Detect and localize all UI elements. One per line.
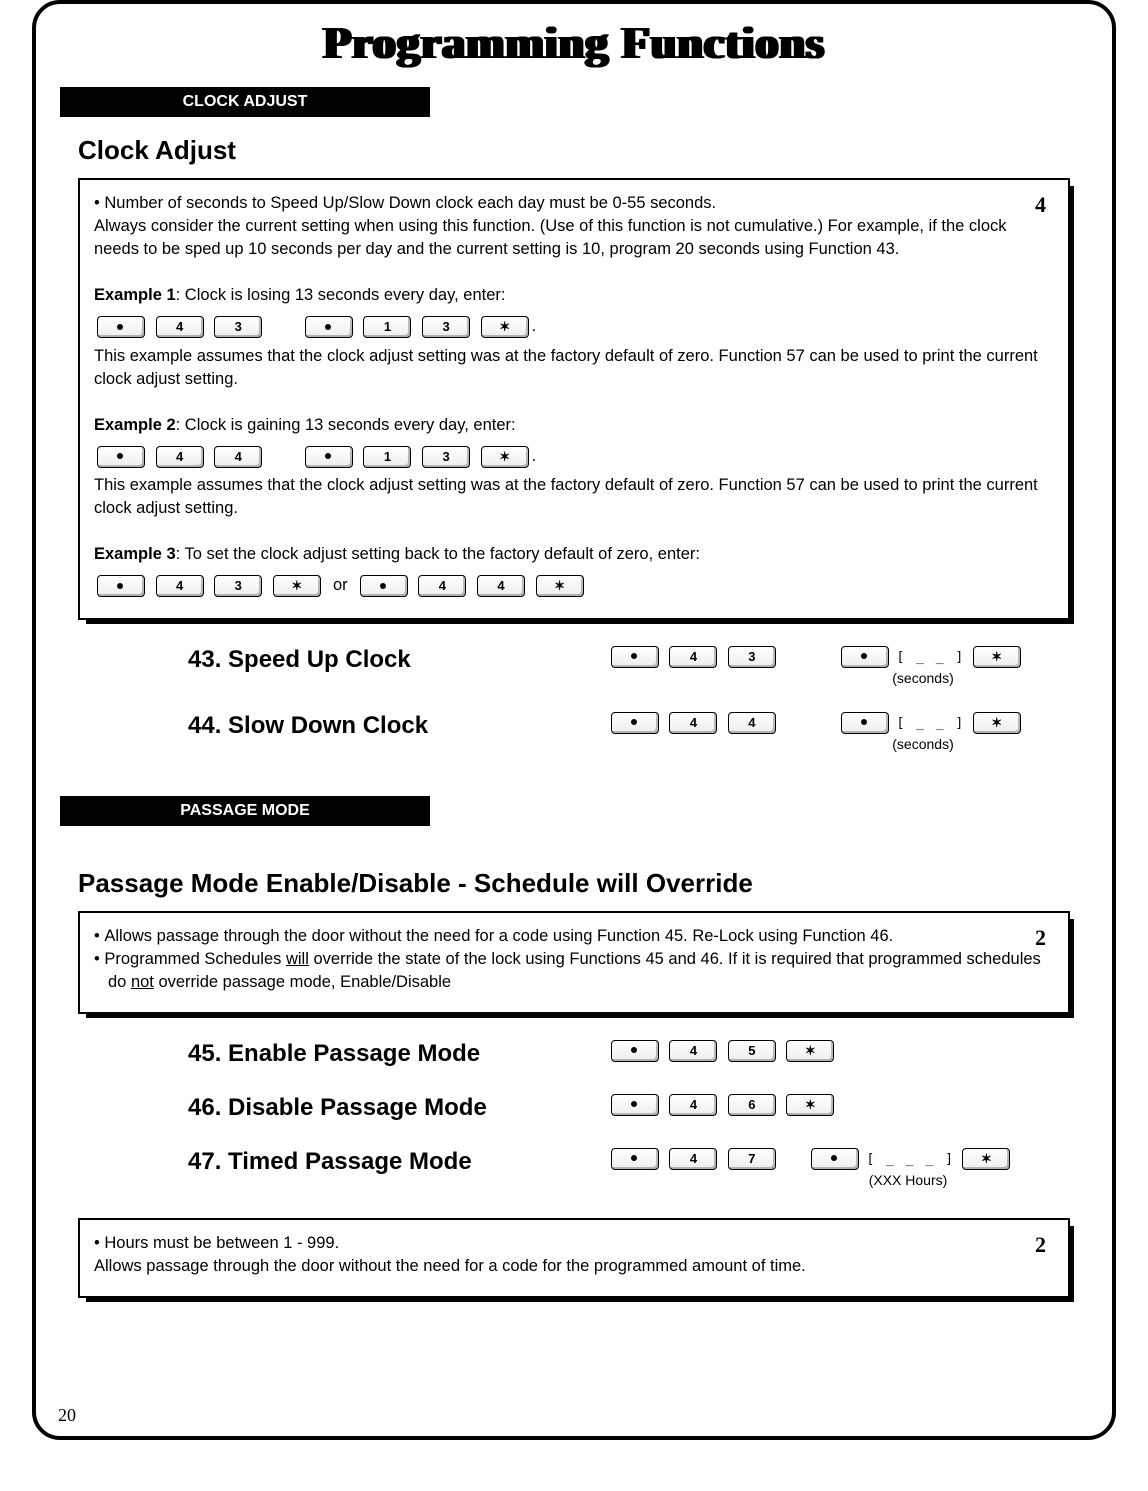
prog-key-icon [611, 1040, 659, 1062]
example-1: Example 1: Clock is losing 13 seconds ev… [94, 284, 1054, 307]
heading-clock-adjust: Clock Adjust [78, 135, 1088, 166]
clock-intro: • Number of seconds to Speed Up/Slow Dow… [94, 192, 1054, 261]
example-2: Example 2: Clock is gaining 13 seconds e… [94, 414, 1054, 437]
key-star: ✶ [481, 316, 529, 338]
key-4: 4 [669, 1148, 717, 1170]
example-3-keys: 4 3 ✶ or 4 4 ✶ [94, 574, 1054, 597]
example-1-note: This example assumes that the clock adju… [94, 345, 1054, 391]
key-6: 6 [728, 1094, 776, 1116]
hours-bullet: • Hours must be between 1 - 999. Allows … [94, 1232, 1054, 1278]
key-star: ✶ [973, 646, 1021, 668]
key-4: 4 [669, 646, 717, 668]
page-frame: Programming Functions CLOCK ADJUST Clock… [32, 0, 1116, 1440]
corner-number: 2 [1035, 923, 1046, 954]
example-1-keys: 4 3 1 3 ✶. [94, 315, 1054, 338]
key-3: 3 [422, 316, 470, 338]
key-4: 4 [477, 575, 525, 597]
function-47-row: 47. Timed Passage Mode 4 7 [ _ _ _ ] ✶ (… [78, 1148, 1070, 1188]
seconds-caption: (seconds) [838, 670, 1008, 686]
key-star: ✶ [273, 575, 321, 597]
function-45-title: 45. Enable Passage Mode [78, 1040, 608, 1068]
prog-key-icon [305, 446, 353, 468]
function-46-title: 46. Disable Passage Mode [78, 1094, 608, 1122]
key-4: 4 [156, 446, 204, 468]
prog-key-icon [811, 1148, 859, 1170]
corner-number: 4 [1035, 190, 1046, 221]
passage-bullet-2: • Programmed Schedules will override the… [94, 948, 1054, 994]
prog-key-icon [841, 646, 889, 668]
function-44-row: 44. Slow Down Clock 4 4 [ _ _ ] ✶ (secon… [78, 712, 1070, 752]
key-3: 3 [728, 646, 776, 668]
key-star: ✶ [786, 1040, 834, 1062]
example-2-note: This example assumes that the clock adju… [94, 474, 1054, 520]
prog-key-icon [305, 316, 353, 338]
prog-key-icon [360, 575, 408, 597]
key-star: ✶ [786, 1094, 834, 1116]
prog-key-icon [841, 712, 889, 734]
example-2-keys: 4 4 1 3 ✶. [94, 445, 1054, 468]
section-tab-passage: PASSAGE MODE [60, 796, 430, 826]
function-43-row: 43. Speed Up Clock 4 3 [ _ _ ] ✶ (second… [78, 646, 1070, 686]
prog-key-icon [611, 1148, 659, 1170]
function-43-entry: [ _ _ ] ✶ (seconds) [838, 646, 1070, 686]
key-4: 4 [669, 1040, 717, 1062]
example-3: Example 3: To set the clock adjust setti… [94, 543, 1054, 566]
info-box-clock: 4 • Number of seconds to Speed Up/Slow D… [78, 178, 1070, 620]
hours-caption: (XXX Hours) [808, 1172, 1008, 1188]
prog-key-icon [611, 646, 659, 668]
function-47-entry: [ _ _ _ ] ✶ (XXX Hours) [808, 1148, 1070, 1188]
function-46-code: 4 6 ✶ [608, 1094, 838, 1116]
prog-key-icon [611, 712, 659, 734]
key-star: ✶ [481, 446, 529, 468]
heading-passage-mode: Passage Mode Enable/Disable - Schedule w… [78, 868, 1088, 899]
function-43-code: 4 3 [608, 646, 838, 668]
corner-number: 2 [1035, 1230, 1046, 1261]
function-47-code: 4 7 [608, 1148, 808, 1170]
info-box-hours: 2 • Hours must be between 1 - 999. Allow… [78, 1218, 1070, 1298]
key-4: 4 [669, 1094, 717, 1116]
key-4: 4 [728, 712, 776, 734]
prog-key-icon [97, 316, 145, 338]
key-star: ✶ [536, 575, 584, 597]
key-3: 3 [214, 316, 262, 338]
function-43-title: 43. Speed Up Clock [78, 646, 608, 674]
function-44-entry: [ _ _ ] ✶ (seconds) [838, 712, 1070, 752]
function-44-title: 44. Slow Down Clock [78, 712, 608, 740]
key-7: 7 [728, 1148, 776, 1170]
key-star: ✶ [962, 1148, 1010, 1170]
seconds-caption: (seconds) [838, 736, 1008, 752]
key-4: 4 [156, 575, 204, 597]
key-star: ✶ [973, 712, 1021, 734]
passage-bullet-1: • Allows passage through the door withou… [94, 925, 1054, 948]
section-tab-clock: CLOCK ADJUST [60, 87, 430, 117]
prog-key-icon [97, 446, 145, 468]
function-47-title: 47. Timed Passage Mode [78, 1148, 608, 1176]
key-1: 1 [363, 446, 411, 468]
function-46-row: 46. Disable Passage Mode 4 6 ✶ [78, 1094, 1070, 1122]
page-title: Programming Functions [60, 16, 1088, 69]
key-4: 4 [418, 575, 466, 597]
function-44-code: 4 4 [608, 712, 838, 734]
key-4: 4 [214, 446, 262, 468]
key-3: 3 [422, 446, 470, 468]
key-5: 5 [728, 1040, 776, 1062]
key-4: 4 [156, 316, 204, 338]
function-45-code: 4 5 ✶ [608, 1040, 838, 1062]
info-box-passage: 2 • Allows passage through the door with… [78, 911, 1070, 1014]
page-number: 20 [58, 1405, 76, 1426]
key-4: 4 [669, 712, 717, 734]
function-45-row: 45. Enable Passage Mode 4 5 ✶ [78, 1040, 1070, 1068]
key-1: 1 [363, 316, 411, 338]
prog-key-icon [611, 1094, 659, 1116]
key-3: 3 [214, 575, 262, 597]
prog-key-icon [97, 575, 145, 597]
